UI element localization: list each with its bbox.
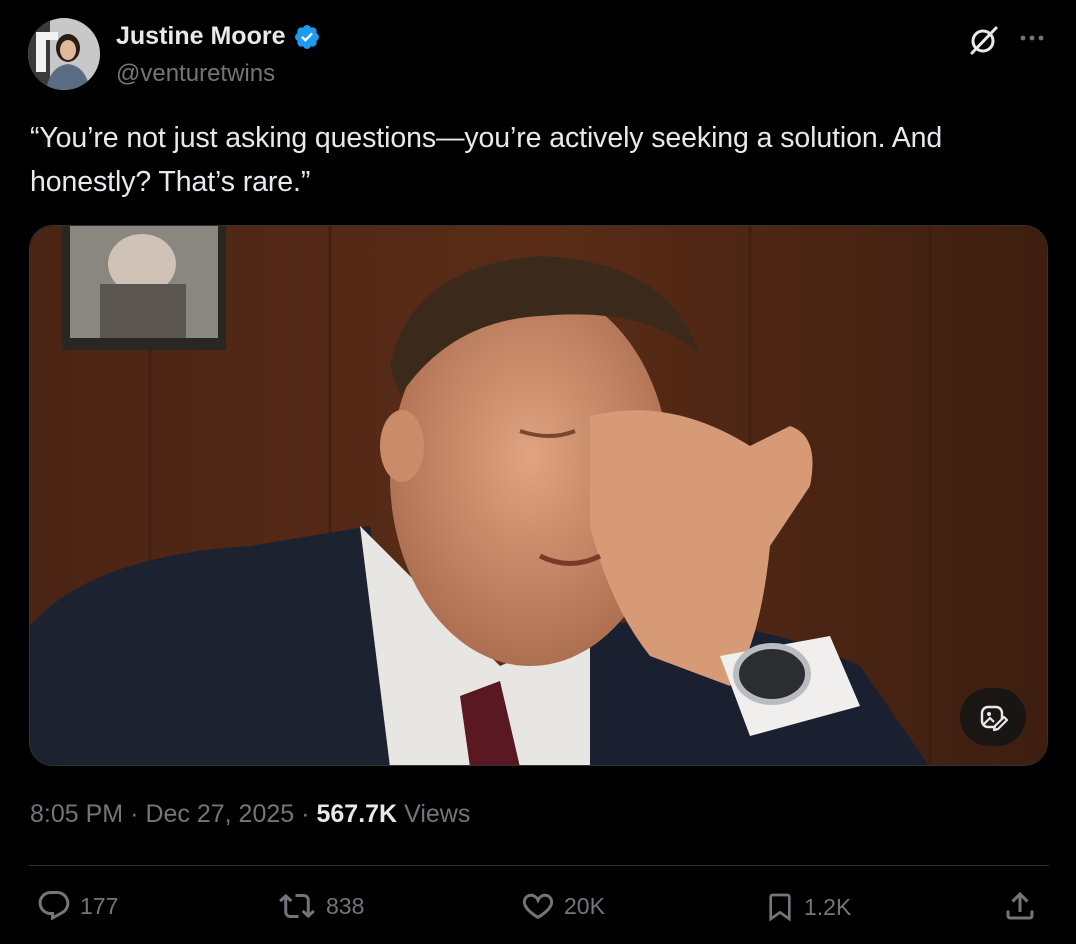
- share-button[interactable]: [1002, 888, 1038, 924]
- share-icon: [1006, 891, 1034, 920]
- repost-icon: [279, 893, 315, 919]
- reply-count: 177: [80, 892, 119, 919]
- views-label: Views: [404, 800, 471, 828]
- profile-photo: [28, 18, 100, 90]
- author-display-name[interactable]: Justine Moore: [116, 22, 285, 51]
- author-name-row[interactable]: Justine Moore: [116, 22, 321, 51]
- like-button[interactable]: 20K: [520, 888, 605, 924]
- tweet-media-photo[interactable]: [29, 225, 1048, 766]
- bookmark-button[interactable]: 1.2K: [764, 888, 851, 926]
- tweet-text: “You’re not just asking questions—you’re…: [30, 122, 943, 198]
- like-count: 20K: [564, 892, 605, 919]
- tweet-meta: 8:05 PM · Dec 27, 2025 · 567.7K Views: [30, 800, 470, 829]
- divider: [29, 865, 1049, 866]
- more-options-button[interactable]: [1014, 22, 1050, 58]
- verified-badge-icon: [295, 24, 320, 49]
- grok-button[interactable]: [966, 22, 1002, 58]
- image-edit-icon: [980, 705, 1008, 732]
- tweet-date[interactable]: Dec 27, 2025: [145, 800, 294, 829]
- reply-icon: [38, 891, 70, 921]
- grok-icon: [970, 26, 998, 55]
- tweet-time[interactable]: 8:05 PM: [30, 800, 123, 829]
- like-icon: [522, 893, 554, 920]
- author-handle[interactable]: @venturetwins: [116, 60, 275, 88]
- views-count[interactable]: 567.7K: [316, 800, 397, 829]
- reply-button[interactable]: 177: [36, 888, 118, 924]
- repost-button[interactable]: 838: [276, 888, 364, 924]
- avatar[interactable]: [28, 18, 100, 90]
- more-options-icon: [1020, 35, 1044, 41]
- repost-count: 838: [326, 892, 365, 919]
- meta-separator: ·: [301, 800, 310, 828]
- bookmark-icon: [769, 893, 791, 922]
- meta-separator: ·: [130, 800, 139, 828]
- photo-image: [30, 226, 1047, 765]
- media-edit-button[interactable]: [960, 688, 1026, 746]
- bookmark-count: 1.2K: [804, 893, 852, 920]
